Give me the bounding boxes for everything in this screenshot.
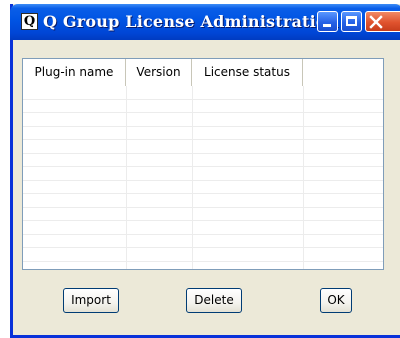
column-header-license-status[interactable]: License status (192, 59, 303, 86)
column-header-version[interactable]: Version (126, 59, 192, 86)
empty-row (23, 100, 383, 113)
list-rows (23, 86, 383, 262)
ok-button[interactable]: OK (320, 288, 352, 313)
empty-row (23, 235, 383, 248)
empty-row (23, 86, 383, 100)
empty-row (23, 140, 383, 154)
column-header-plugin-name[interactable]: Plug-in name (23, 59, 126, 86)
column-divider (126, 86, 127, 269)
empty-row (23, 194, 383, 208)
import-button[interactable]: Import (63, 288, 119, 313)
window-title: Q Group License Administration (43, 12, 339, 31)
minimize-icon (323, 24, 331, 27)
list-header: Plug-in name Version License status (23, 59, 383, 86)
empty-row (23, 208, 383, 221)
empty-row (23, 127, 383, 140)
close-icon (369, 15, 383, 29)
delete-button[interactable]: Delete (186, 288, 242, 313)
title-bar[interactable]: Q Q Group License Administration (10, 4, 400, 40)
maximize-button[interactable] (341, 11, 362, 32)
empty-row (23, 113, 383, 127)
empty-row (23, 248, 383, 262)
plugin-license-list[interactable]: Plug-in name Version License status (22, 58, 384, 270)
column-divider (192, 86, 193, 269)
empty-row (23, 154, 383, 167)
app-icon: Q (21, 13, 38, 30)
empty-row (23, 167, 383, 181)
empty-row (23, 221, 383, 235)
maximize-icon (346, 16, 357, 26)
minimize-button[interactable] (317, 11, 338, 32)
empty-row (23, 181, 383, 194)
column-divider (303, 86, 304, 269)
close-button[interactable] (365, 11, 400, 32)
